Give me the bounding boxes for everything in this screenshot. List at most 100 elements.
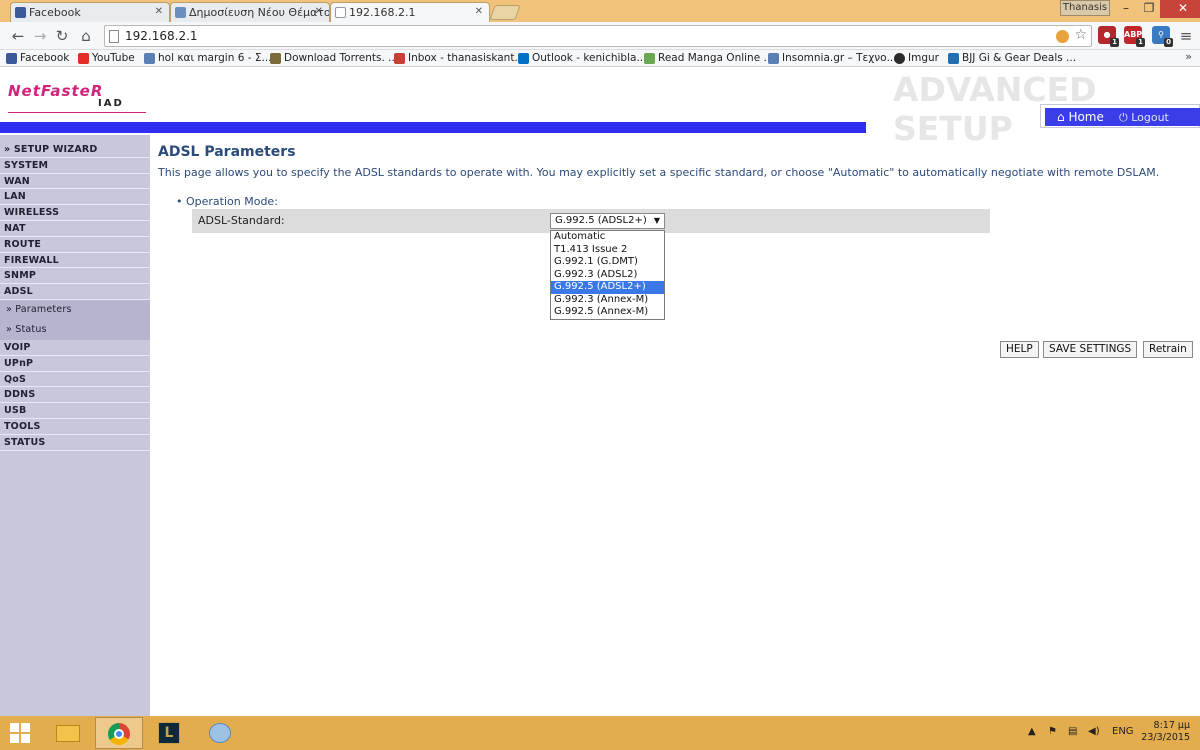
gmail-icon	[394, 53, 405, 64]
bjj-icon	[948, 53, 959, 64]
option-t1413[interactable]: T1.413 Issue 2	[551, 244, 664, 257]
tab-title: 192.168.2.1	[349, 6, 416, 19]
bookmark-imgur[interactable]: Imgur	[894, 51, 939, 66]
home-icon: ⌂	[1057, 110, 1069, 124]
bookmark-manga[interactable]: Read Manga Online ...	[644, 51, 774, 66]
sidebar-item-nat[interactable]: NAT	[0, 221, 150, 237]
home-link[interactable]: ⌂ Home	[1057, 110, 1104, 124]
option-adsl2plus[interactable]: G.992.5 (ADSL2+)	[551, 281, 664, 294]
tab-forum[interactable]: Δημοσίευση Νέου Θέματο ✕	[170, 2, 330, 22]
save-settings-button[interactable]: SAVE SETTINGS	[1043, 341, 1138, 358]
sidebar-item-status-sub[interactable]: » Status	[0, 319, 150, 340]
sidebar-item-status[interactable]: STATUS	[0, 435, 150, 451]
start-icon[interactable]	[10, 723, 30, 743]
torrent-shield-icon	[270, 53, 281, 64]
close-tab-icon[interactable]: ✕	[155, 6, 163, 17]
sidebar-item-firewall[interactable]: FIREWALL	[0, 253, 150, 269]
netfaster-logo: NetFasteR IAD	[8, 82, 146, 116]
reload-icon[interactable]: ↻	[52, 26, 72, 46]
close-window-button[interactable]: ✕	[1160, 0, 1200, 18]
page-info-icon[interactable]	[109, 30, 119, 43]
volume-icon[interactable]: ◀)	[1088, 726, 1100, 737]
sidebar-item-ddns[interactable]: DDNS	[0, 387, 150, 404]
main-content: ADSL Parameters This page allows you to …	[158, 144, 1193, 358]
new-tab-button[interactable]	[489, 5, 521, 20]
option-gdmt[interactable]: G.992.1 (G.DMT)	[551, 256, 664, 269]
bookmark-bjj[interactable]: BJJ Gi & Gear Deals ...	[948, 51, 1076, 66]
sidebar-item-snmp[interactable]: SNMP	[0, 268, 150, 285]
tab-title: Facebook	[29, 6, 81, 19]
windows-taskbar: L ▲ ⚑ ▤ ◀) ENG 8:17 μμ 23/3/2015	[0, 716, 1200, 750]
file-explorer-icon[interactable]	[44, 717, 92, 749]
router-page: NetFasteR IAD ADVANCED SETUP ⌂ Home ⏻ Lo…	[0, 68, 1200, 716]
logout-link[interactable]: ⏻ Logout	[1119, 111, 1169, 125]
sidebar-item-voip[interactable]: VOIP	[0, 340, 150, 356]
system-clock[interactable]: 8:17 μμ 23/3/2015	[1140, 720, 1190, 744]
option-g9923-annex-m[interactable]: G.992.3 (Annex-M)	[551, 294, 664, 307]
show-hidden-icons[interactable]: ▲	[1028, 726, 1036, 737]
chrome-icon[interactable]	[95, 717, 143, 749]
network-icon[interactable]: ▤	[1068, 726, 1077, 737]
sidebar-item-tools[interactable]: TOOLS	[0, 419, 150, 435]
tab-router[interactable]: 192.168.2.1 ✕	[330, 2, 490, 23]
operation-mode-label: • Operation Mode:	[176, 195, 278, 208]
bookmark-insomnia[interactable]: Insomnia.gr – Τεχνο...	[768, 51, 897, 66]
adsl-standard-select[interactable]: G.992.5 (ADSL2+) ▼	[550, 213, 665, 229]
sidebar-item-setup-wizard[interactable]: » SETUP WIZARD	[0, 142, 150, 158]
league-of-legends-icon[interactable]: L	[146, 717, 194, 749]
close-tab-icon[interactable]: ✕	[475, 6, 483, 17]
cookie-icon[interactable]	[1056, 30, 1069, 43]
page-title: ADSL Parameters	[158, 144, 296, 160]
page-description: This page allows you to specify the ADSL…	[158, 166, 1160, 179]
clock-date: 23/3/2015	[1141, 732, 1190, 743]
sidebar-nav: » SETUP WIZARD SYSTEM WAN LAN WIRELESS N…	[0, 135, 150, 716]
profile-button[interactable]: Thanasis	[1060, 0, 1110, 16]
home-logout-bar: ⌂ Home ⏻ Logout	[1040, 104, 1200, 128]
option-automatic[interactable]: Automatic	[551, 231, 664, 244]
ghostery-icon[interactable]: ● 1	[1098, 26, 1119, 47]
minimize-button[interactable]: –	[1114, 0, 1138, 18]
retrain-button[interactable]: Retrain	[1143, 341, 1193, 358]
close-tab-icon[interactable]: ✕	[315, 6, 323, 17]
sidebar-item-wan[interactable]: WAN	[0, 174, 150, 190]
back-icon[interactable]: ←	[8, 26, 28, 46]
option-adsl2[interactable]: G.992.3 (ADSL2)	[551, 269, 664, 282]
forward-icon[interactable]: →	[30, 26, 50, 46]
adblock-icon[interactable]: ABP 1	[1124, 26, 1145, 47]
menu-icon[interactable]: ≡	[1176, 26, 1196, 46]
sidebar-item-system[interactable]: SYSTEM	[0, 158, 150, 174]
sidebar-item-qos[interactable]: QoS	[0, 372, 150, 388]
tab-title: Δημοσίευση Νέου Θέματο	[189, 6, 330, 19]
bookmarks-more-button[interactable]: »	[1185, 50, 1192, 63]
url-input[interactable]	[125, 28, 1025, 44]
bookmark-inbox[interactable]: Inbox - thanasiskant...	[394, 51, 524, 66]
flag-icon[interactable]: ⚑	[1048, 726, 1057, 737]
sidebar-item-adsl[interactable]: ADSL	[0, 284, 150, 300]
home-icon[interactable]: ⌂	[76, 26, 96, 46]
bookmark-outlook[interactable]: Outlook - kenichibla...	[518, 51, 646, 66]
sidebar-item-lan[interactable]: LAN	[0, 189, 150, 206]
tab-facebook[interactable]: Facebook ✕	[10, 2, 170, 22]
sidebar-item-wireless[interactable]: WIRELESS	[0, 205, 150, 221]
option-g9925-annex-m[interactable]: G.992.5 (Annex-M)	[551, 306, 664, 319]
insomnia-icon	[144, 53, 155, 64]
language-indicator[interactable]: ENG	[1112, 726, 1134, 737]
adsl-standard-label: ADSL-Standard:	[198, 214, 285, 227]
sidebar-item-route[interactable]: ROUTE	[0, 237, 150, 253]
extension-icon[interactable]: ⚲ 0	[1152, 26, 1173, 47]
sidebar-item-parameters[interactable]: » Parameters	[0, 299, 150, 320]
bookmark-star-icon[interactable]: ☆	[1074, 27, 1087, 43]
facebook-icon	[15, 7, 26, 18]
bookmark-facebook[interactable]: Facebook	[6, 51, 69, 66]
bookmark-youtube[interactable]: YouTube	[78, 51, 135, 66]
paint-icon[interactable]	[197, 717, 245, 749]
restore-button[interactable]: ❐	[1138, 0, 1160, 18]
bookmark-hol[interactable]: hol και margin 6 - Σ...	[144, 51, 272, 66]
address-bar[interactable]: ☆	[104, 25, 1092, 47]
adsl-standard-dropdown: Automatic T1.413 Issue 2 G.992.1 (G.DMT)…	[550, 230, 665, 320]
sidebar-item-upnp[interactable]: UPnP	[0, 356, 150, 372]
bookmark-torrents[interactable]: Download Torrents. ...	[270, 51, 398, 66]
header-divider	[0, 122, 866, 133]
sidebar-item-usb[interactable]: USB	[0, 403, 150, 419]
help-button[interactable]: HELP	[1000, 341, 1039, 358]
